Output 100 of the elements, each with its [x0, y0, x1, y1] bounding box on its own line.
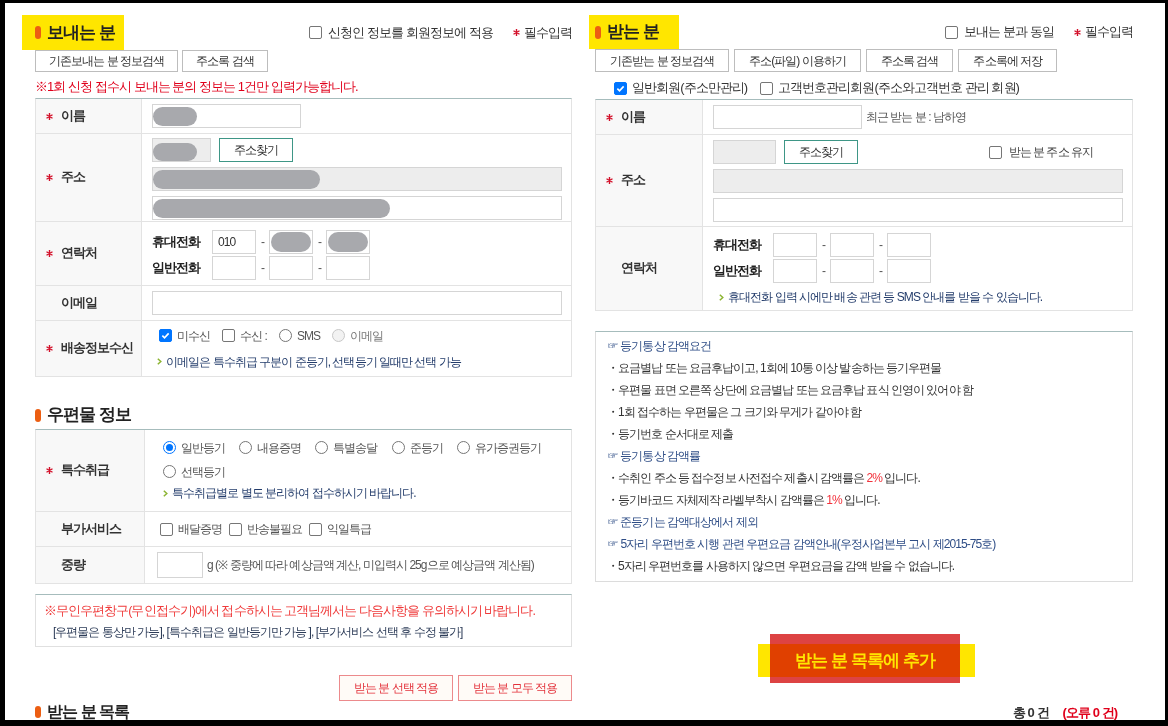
dash-separator: - [877, 263, 884, 280]
search-button[interactable]: 기존보내는 분 정보검색 [35, 50, 179, 72]
chevron-right-icon [163, 489, 168, 497]
address-detail-field[interactable] [713, 198, 1123, 222]
section-marker-icon [35, 408, 41, 422]
required-legend: 필수입력 [1084, 22, 1133, 42]
dash-separator: - [316, 234, 323, 251]
notice-warning: ※무인우편창구(무인접수기)에서 접수하시는 고객님께서는 다음사항을 유의하시기 바랍니다. [44, 603, 536, 620]
dash-separator: - [820, 263, 827, 280]
checkbox[interactable] [159, 329, 172, 342]
field-label: 특수취급 [61, 462, 110, 480]
phone-label: 일반전화 [713, 262, 763, 280]
field-label: 주소 [61, 169, 86, 187]
checkbox[interactable] [945, 25, 959, 39]
input-field[interactable] [830, 233, 874, 257]
checkbox-label: 신청인 정보를 회원정보에 적용 [328, 23, 493, 42]
radio-button[interactable] [391, 441, 405, 454]
info-heading: ☞ 등기통상 감액률 [607, 448, 701, 465]
help-note: 특수취급별로 별도 분리하여 접수하시기 바랍니다. [172, 485, 416, 502]
option-label: 수신 : [240, 327, 267, 345]
option-label: SMS [296, 327, 321, 345]
checkbox[interactable] [760, 81, 774, 95]
required-legend: 필수입력 [523, 22, 572, 43]
weight-field[interactable] [157, 552, 203, 578]
option-label: 특별송달 [333, 439, 378, 457]
postcode-field[interactable] [152, 138, 211, 162]
search-button[interactable]: 주소록 검색 [865, 49, 954, 72]
address-detail-field[interactable] [152, 196, 562, 220]
input-field[interactable] [152, 104, 301, 128]
help-note: 이메일은 특수취급 구분이 준등기, 선택등기 일때만 선택 가능 [166, 353, 461, 371]
field-label: 중량 [61, 556, 86, 574]
field-label: 이름 [61, 107, 86, 125]
total-count: 총 0 건 [1012, 704, 1049, 720]
option-label: 익일특급 [327, 521, 372, 538]
address-search-button[interactable]: 주소찾기 [784, 140, 859, 164]
radio-button[interactable] [456, 441, 470, 454]
checkbox[interactable] [222, 329, 236, 342]
section-marker-icon [35, 706, 41, 718]
help-note: 휴대전화 입력 시에만 배송 관련 등 SMS 안내를 받을 수 있습니다. [728, 289, 1043, 306]
field-label: 이메일 [61, 294, 98, 312]
address-field[interactable] [152, 167, 562, 191]
info-item: ・우편물 표면 오른쪽 상단에 요금별납 또는 요금후납 표식 인영이 있어야 함 [607, 382, 973, 399]
search-button[interactable]: 주소록 검색 [182, 50, 268, 72]
radio-button[interactable] [278, 329, 292, 342]
checkbox[interactable] [988, 145, 1002, 159]
radio-button[interactable] [163, 465, 176, 478]
checkbox[interactable] [160, 522, 173, 536]
info-heading: ☞ 등기통상 감액요건 [607, 338, 712, 355]
address-field[interactable] [713, 169, 1123, 193]
radio-button[interactable] [239, 441, 253, 454]
option-label: 미수신 [177, 327, 211, 345]
info-item: ・등기바코드 자체제작 라벨부착시 감액률은 1% 입니다. [607, 492, 880, 509]
info-item: ・수취인 주소 등 접수정보 사전접수 제출시 감액률은 2% 입니다. [607, 470, 920, 487]
checkbox[interactable] [614, 81, 627, 95]
option-label: 반송불필요 [247, 521, 303, 538]
field-label: 연락처 [61, 245, 98, 263]
required-asterisk-icon [512, 29, 520, 36]
apply-button[interactable]: 받는 분 모두 적용 [458, 675, 572, 701]
chevron-right-icon [719, 293, 724, 301]
recent-recipient-text: 최근 받는 분 : 남하영 [866, 109, 967, 126]
phone-label: 휴대전화 [152, 233, 202, 251]
input-field[interactable] [269, 256, 313, 280]
input-field[interactable] [713, 105, 862, 129]
section-title: 보내는 분 [47, 21, 115, 44]
phone-label: 일반전화 [152, 259, 202, 277]
address-search-button[interactable]: 주소찾기 [219, 138, 294, 162]
info-item: ・1회 접수하는 우편물은 그 크기와 무게가 같아야 함 [607, 404, 862, 421]
input-field[interactable]: 010 [212, 230, 256, 254]
checkbox[interactable] [309, 26, 323, 39]
option-label: 배달증명 [178, 521, 223, 538]
field-label: 주소 [621, 172, 646, 190]
input-field[interactable] [887, 259, 931, 283]
field-label: 연락처 [621, 260, 658, 278]
search-button[interactable]: 주소(파일) 이용하기 [734, 49, 861, 72]
checkbox[interactable] [309, 522, 323, 536]
search-button[interactable]: 기존받는 분 정보검색 [595, 49, 730, 72]
section-title: 받는 분 [607, 21, 659, 43]
error-count: (오류 0 건) [1062, 704, 1117, 720]
dash-separator: - [316, 260, 323, 277]
dash-separator: - [259, 234, 266, 251]
info-item: ・등기번호 순서대로 제출 [607, 426, 734, 443]
search-button[interactable]: 주소록에 저장 [958, 49, 1058, 72]
warning-text: ※1회 신청 접수시 보내는 분의 정보는 1건만 입력가능합니다. [35, 79, 358, 95]
input-field[interactable] [773, 259, 817, 283]
email-field[interactable] [152, 291, 562, 315]
input-field[interactable] [887, 233, 931, 257]
apply-button[interactable]: 받는 분 선택 적용 [339, 675, 453, 701]
section-marker-icon [595, 25, 601, 39]
input-field[interactable] [212, 256, 256, 280]
radio-button[interactable] [163, 441, 176, 454]
input-field[interactable] [773, 233, 817, 257]
field-label: 배송정보수신 [61, 340, 134, 358]
postcode-field[interactable] [713, 140, 776, 164]
checkbox[interactable] [229, 522, 243, 536]
option-label: 일반등기 [181, 439, 226, 457]
checkbox-label: 받는 분 주소 유지 [1008, 144, 1093, 161]
option-label: 유가증권등기 [474, 439, 541, 457]
input-field[interactable] [326, 256, 370, 280]
input-field[interactable] [830, 259, 874, 283]
radio-button[interactable] [315, 441, 329, 454]
